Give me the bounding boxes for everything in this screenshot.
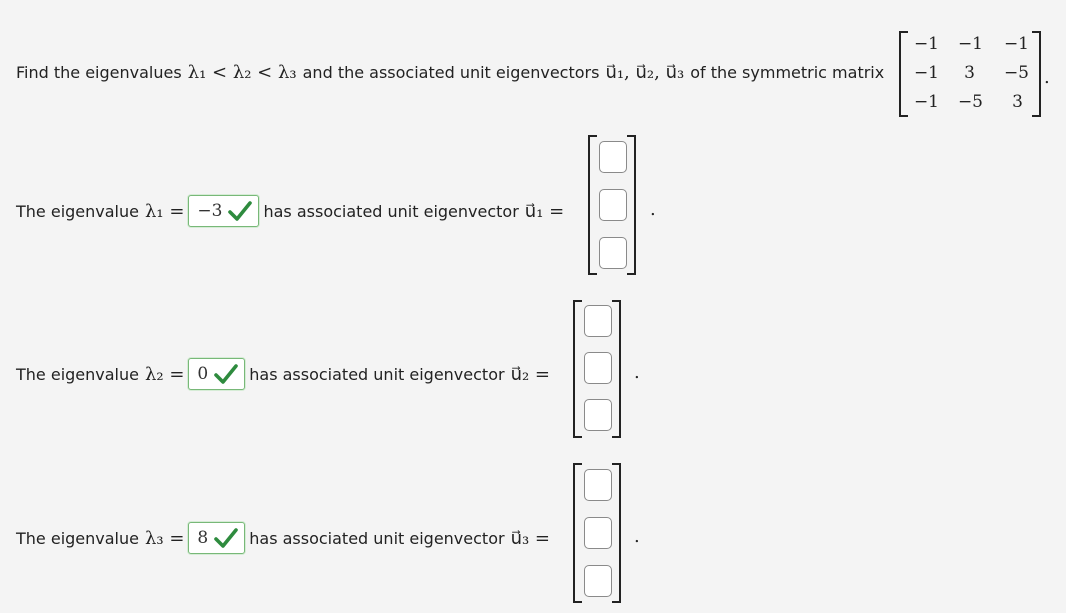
- matrix-cell: −1: [913, 63, 939, 83]
- vector-right-bracket: [612, 463, 621, 603]
- eigenvalue-1-value: −3: [197, 201, 223, 221]
- eigen-order: λ₁ < λ₂ < λ₃: [187, 62, 297, 83]
- eigenvalue-1-input[interactable]: −3: [188, 195, 260, 227]
- eigen-row-3: The eigenvalue λ₃ = 8 has associated uni…: [16, 522, 550, 554]
- u1-component-2-input[interactable]: [599, 189, 627, 221]
- row-label: The eigenvalue: [16, 364, 139, 384]
- vector-right-bracket: [612, 300, 621, 438]
- row-1-period: .: [650, 199, 656, 220]
- question-prefix: Find the eigenvalues: [16, 63, 182, 82]
- symmetric-matrix: −1 −1 −1 −1 3 −5 −1 −5 3: [899, 31, 1041, 117]
- checkmark-icon: [214, 528, 239, 548]
- row-mid-text: has associated unit eigenvector: [249, 364, 505, 384]
- u2-component-1-input[interactable]: [584, 305, 612, 337]
- vector-left-bracket: [588, 135, 597, 275]
- question-text: Find the eigenvalues λ₁ < λ₂ < λ₃ and th…: [16, 62, 884, 83]
- row-2-period: .: [634, 362, 640, 383]
- vector-list: u⃗₁, u⃗₂, u⃗₃: [605, 62, 685, 83]
- eigen-row-2: The eigenvalue λ₂ = 0 has associated uni…: [16, 358, 550, 390]
- matrix-cell: −1: [913, 34, 939, 54]
- checkmark-icon: [228, 201, 253, 221]
- question-suffix: of the symmetric matrix: [690, 63, 885, 82]
- matrix-cell: −5: [1003, 63, 1029, 83]
- matrix-right-bracket: [1032, 31, 1041, 117]
- vector-left-bracket: [573, 300, 582, 438]
- lambda-3: λ₃ =: [144, 527, 185, 549]
- u1-component-3-input[interactable]: [599, 237, 627, 269]
- unit-vector-1: [588, 135, 636, 275]
- eigenvalue-2-value: 0: [197, 364, 209, 384]
- checkmark-icon: [214, 364, 239, 384]
- eigenvalue-3-input[interactable]: 8: [188, 522, 246, 554]
- u2-component-3-input[interactable]: [584, 399, 612, 431]
- matrix-cell: −1: [957, 34, 983, 54]
- eigenvalue-2-input[interactable]: 0: [188, 358, 246, 390]
- vector-left-bracket: [573, 463, 582, 603]
- eigenvalue-3-value: 8: [197, 528, 209, 548]
- u3-component-2-input[interactable]: [584, 517, 612, 549]
- matrix-cell: 3: [1012, 92, 1023, 112]
- u2-component-2-input[interactable]: [584, 352, 612, 384]
- u1-component-1-input[interactable]: [599, 141, 627, 173]
- matrix-cell: −1: [1003, 34, 1029, 54]
- vector-u1: u⃗₁ =: [524, 200, 565, 222]
- row-mid-text: has associated unit eigenvector: [249, 528, 505, 548]
- lambda-1: λ₁ =: [144, 200, 185, 222]
- unit-vector-2: [573, 300, 621, 438]
- vector-u2: u⃗₂ =: [510, 363, 550, 385]
- matrix-cell: 3: [964, 63, 975, 83]
- unit-vector-3: [573, 463, 621, 603]
- row-label: The eigenvalue: [16, 201, 139, 221]
- u3-component-3-input[interactable]: [584, 565, 612, 597]
- question-middle: and the associated unit eigenvectors: [302, 63, 600, 82]
- vector-u3: u⃗₃ =: [510, 527, 550, 549]
- row-3-period: .: [634, 526, 640, 547]
- question-period: .: [1044, 67, 1050, 88]
- row-mid-text: has associated unit eigenvector: [263, 201, 519, 221]
- matrix-cell: −1: [913, 92, 939, 112]
- lambda-2: λ₂ =: [144, 363, 185, 385]
- matrix-cell: −5: [957, 92, 983, 112]
- eigen-row-1: The eigenvalue λ₁ = −3 has associated un…: [16, 195, 564, 227]
- row-label: The eigenvalue: [16, 528, 139, 548]
- u3-component-1-input[interactable]: [584, 469, 612, 501]
- vector-right-bracket: [627, 135, 636, 275]
